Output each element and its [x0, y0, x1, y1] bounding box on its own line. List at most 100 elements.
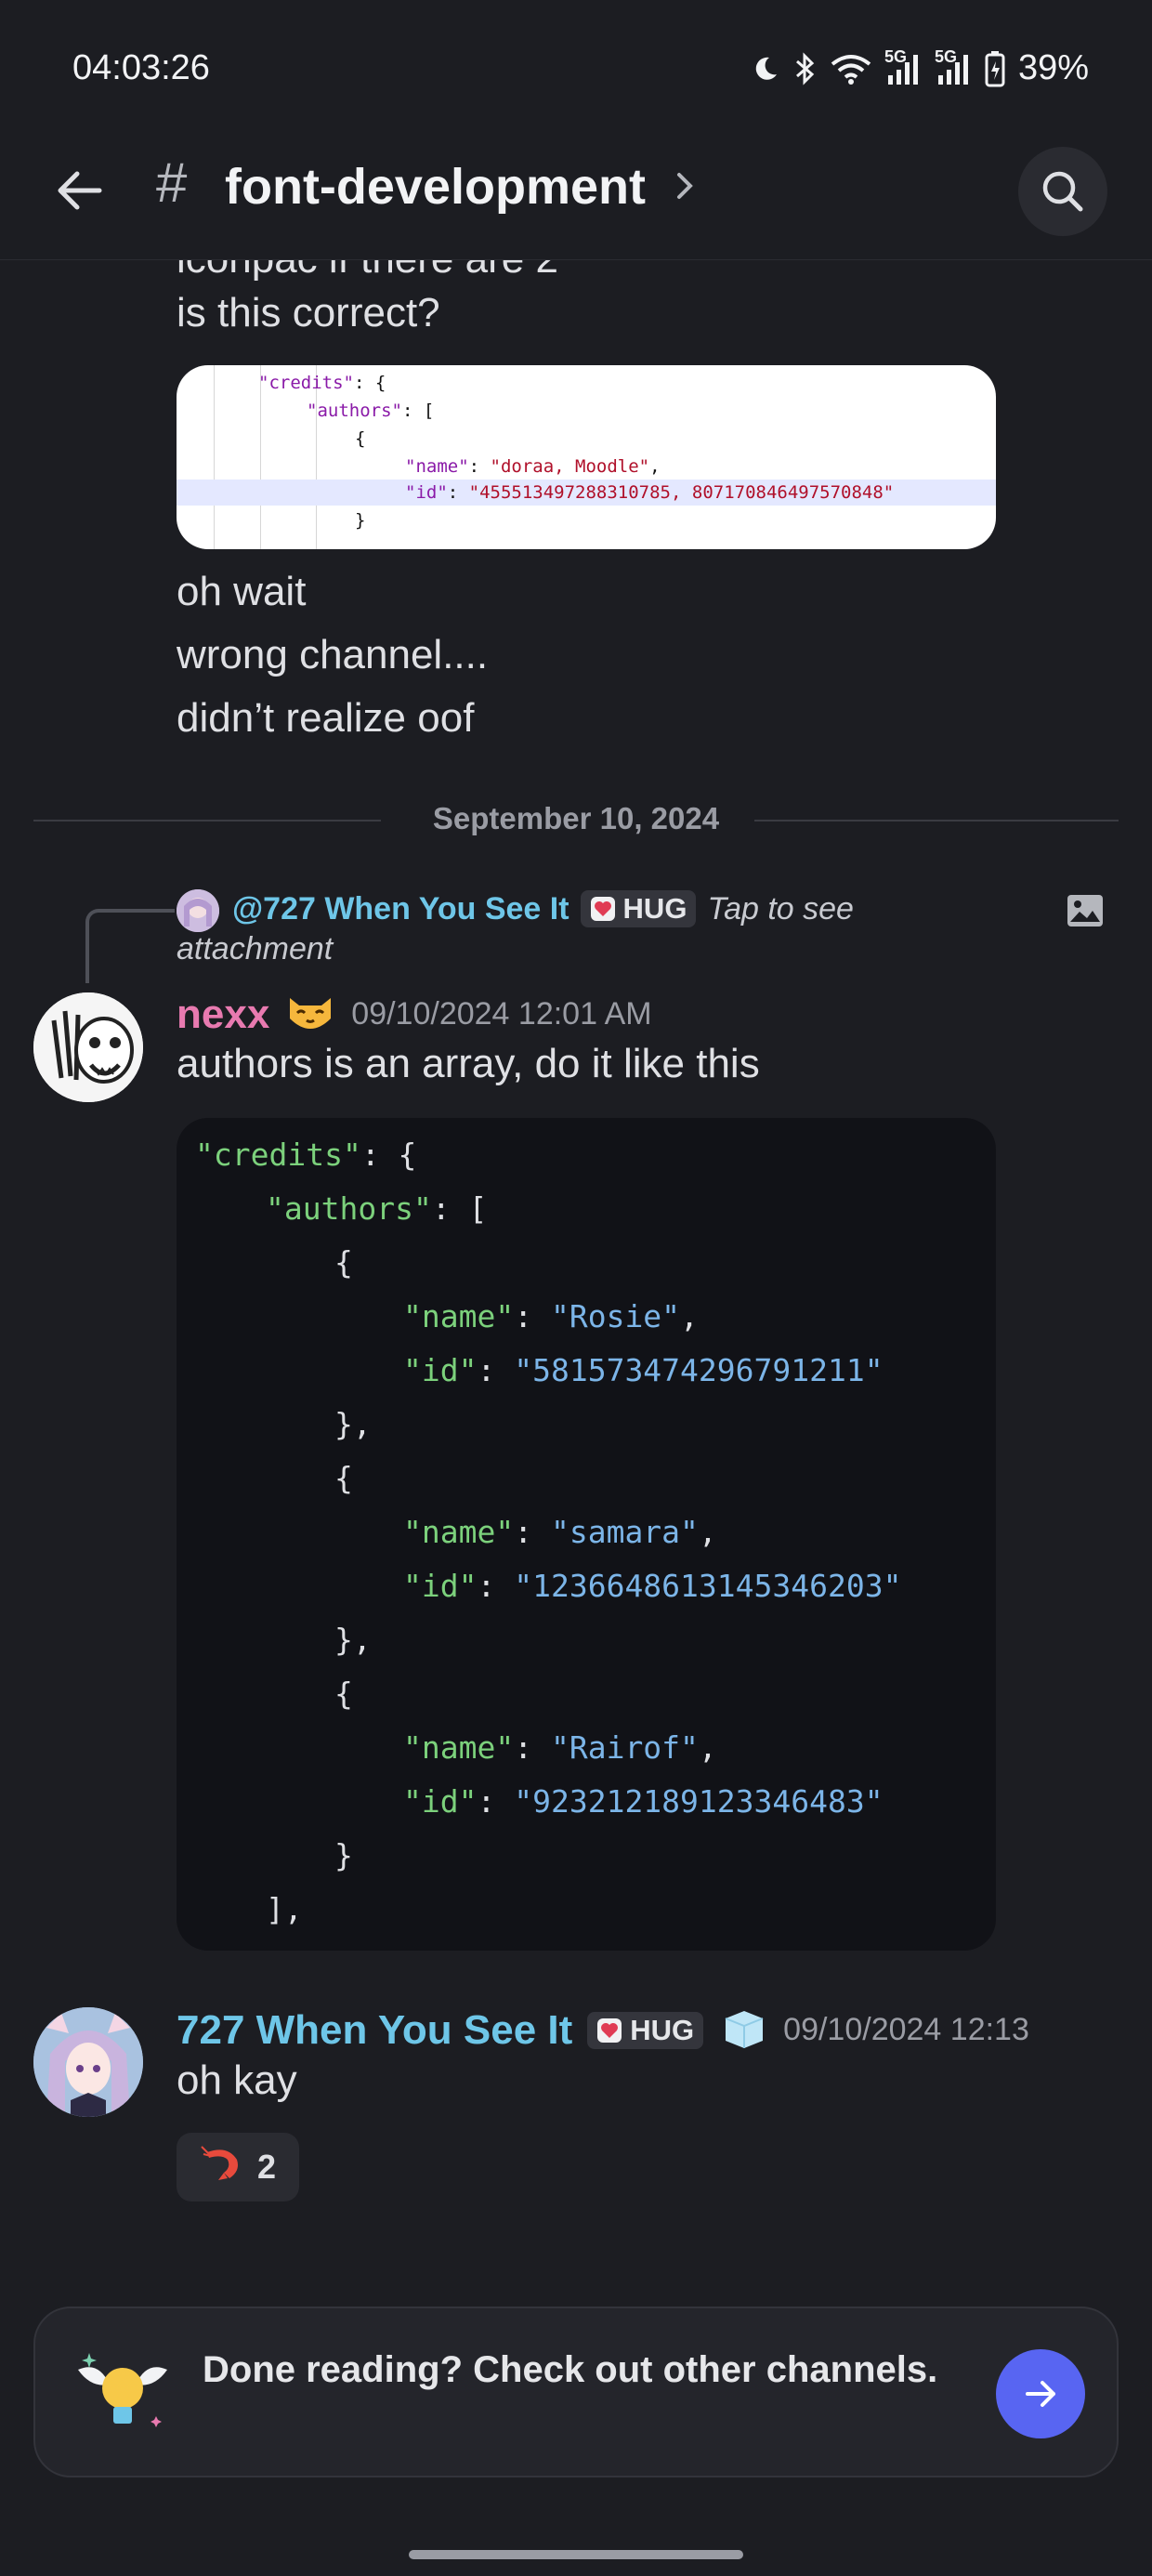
reply-attachment-text: attachment [177, 931, 334, 966]
code-line: "name": "Rosie", [403, 1298, 699, 1334]
avatar-nexx[interactable] [33, 992, 143, 1102]
code-line: } [334, 1837, 353, 1873]
code-line: }, [334, 1622, 372, 1658]
arrow-right-icon [1026, 2381, 1055, 2407]
back-button[interactable] [46, 158, 111, 223]
code-line: { [334, 1460, 353, 1496]
code-key: "id" [403, 1568, 478, 1604]
code-value: "samara" [550, 1514, 699, 1550]
home-indicator[interactable] [409, 2550, 743, 2559]
code-line: "authors": [ [266, 1190, 488, 1227]
author-name-727[interactable]: 727 When You See It [177, 2007, 572, 2054]
moon-icon [751, 54, 780, 84]
avatar-727[interactable] [33, 2007, 143, 2117]
code-line: ], [266, 1891, 303, 1927]
image-key: "name" [405, 456, 469, 477]
status-time: 04:03:26 [72, 48, 210, 87]
code-line: "id": "923212189123346483" [403, 1783, 884, 1820]
reply-connector [85, 909, 175, 983]
status-bar: 04:03:26 5G 5G 39% [0, 0, 1152, 139]
image-key: "credits" [258, 373, 354, 393]
arrow-left-icon [58, 171, 102, 210]
code-line: }, [334, 1406, 372, 1442]
heart-icon [597, 2017, 622, 2043]
code-value: "Rosie" [550, 1298, 681, 1334]
image-value: "doraa, Moodle" [490, 456, 650, 477]
wifi-icon [831, 53, 871, 85]
reply-preview[interactable]: @727 When You See It HUG Tap to see [232, 890, 854, 927]
code-key: "name" [403, 1514, 515, 1550]
channel-name[interactable]: font-development [225, 158, 646, 216]
message-text: wrong channel.... [177, 632, 489, 677]
code-key: "id" [403, 1352, 478, 1388]
message-text: authors is an array, do it like this [177, 1041, 760, 1086]
reply-tap-text: Tap to see [707, 890, 854, 927]
image-code-line: "authors": [ [307, 401, 435, 421]
code-line: "name": "Rairof", [403, 1729, 717, 1766]
code-value: "Rairof" [550, 1729, 699, 1766]
reply-mention[interactable]: @727 When You See It [232, 891, 569, 927]
lightbulb-wings-icon [71, 2342, 175, 2446]
image-code-line: "credits": { [258, 373, 386, 393]
image-code-line: "name": "doraa, Moodle", [405, 456, 661, 477]
message-header-727: 727 When You See It HUG 09/10/2024 12:13 [177, 2005, 1029, 2055]
battery-percent: 39% [1017, 48, 1089, 87]
status-icons: 5G 5G 39% [751, 46, 1089, 88]
code-block[interactable]: "credits": { "authors": [ { "name": "Ros… [177, 1118, 996, 1951]
date-divider-label: September 10, 2024 [432, 801, 720, 835]
cat-emoji-icon [284, 991, 336, 1038]
code-line: "credits": { [195, 1137, 417, 1173]
code-line: { [334, 1244, 353, 1281]
message-text: oh kay [177, 2057, 297, 2103]
network-label-1: 5G [884, 46, 907, 66]
image-code-line: } [355, 510, 366, 531]
code-value: "923212189123346483" [514, 1783, 884, 1820]
message-timestamp: 09/10/2024 12:01 AM [351, 996, 652, 1032]
signal-icon-2: 5G [935, 47, 972, 85]
battery-icon [985, 50, 1005, 87]
bluetooth-icon [793, 51, 818, 85]
code-key: "id" [403, 1783, 478, 1820]
code-value: "581573474296791211" [514, 1352, 884, 1388]
reply-avatar[interactable] [177, 889, 219, 932]
date-divider: September 10, 2024 [33, 801, 1119, 838]
image-icon [1065, 890, 1106, 935]
network-label-2: 5G [934, 46, 957, 66]
message-text: oh wait [177, 569, 307, 614]
ice-cube-icon [718, 2005, 768, 2055]
image-key: "authors" [307, 401, 402, 421]
shrimp-icon [200, 2141, 244, 2194]
message-timestamp: 09/10/2024 12:13 [783, 2012, 1029, 2047]
code-line: { [334, 1676, 353, 1712]
message-header-nexx: nexx 09/10/2024 12:01 AM [177, 991, 652, 1038]
hug-badge-label: HUG [630, 2013, 695, 2046]
image-code-line: { [355, 428, 366, 449]
code-value: "1236648613145346203" [514, 1568, 902, 1604]
hug-badge: HUG [580, 890, 697, 927]
done-reading-card[interactable]: Done reading? Check out other channels. [33, 2307, 1119, 2477]
code-line: "name": "samara", [403, 1514, 717, 1550]
channel-hash-icon: # [156, 151, 188, 214]
reaction-count: 2 [256, 2148, 277, 2186]
done-reading-text: Done reading? Check out other channels. [203, 2349, 938, 2390]
code-line: "id": "581573474296791211" [403, 1352, 884, 1388]
message-text: is this correct? [177, 290, 440, 335]
code-key: "credits" [195, 1137, 361, 1173]
next-channel-button[interactable] [996, 2349, 1085, 2438]
code-line: "id": "1236648613145346203" [403, 1568, 902, 1604]
heart-icon [590, 897, 615, 921]
author-name-nexx[interactable]: nexx [177, 992, 269, 1038]
code-key: "authors" [266, 1190, 432, 1227]
image-attachment[interactable]: "credits": { "authors": [ { "name": "dor… [177, 365, 996, 549]
reaction-shrimp[interactable]: 2 [177, 2133, 299, 2201]
search-icon [1042, 171, 1083, 212]
channel-header: # font-development [0, 130, 1152, 260]
chevron-right-icon[interactable] [674, 167, 696, 208]
hug-badge: HUG [587, 2011, 704, 2049]
image-key: "id" [405, 482, 448, 503]
image-value: "455513497288310785, 807170846497570848" [468, 482, 895, 503]
message-text: didn’t realize oof [177, 695, 475, 741]
code-key: "name" [403, 1298, 515, 1334]
hug-badge-label: HUG [622, 892, 687, 925]
search-button[interactable] [1018, 147, 1107, 236]
